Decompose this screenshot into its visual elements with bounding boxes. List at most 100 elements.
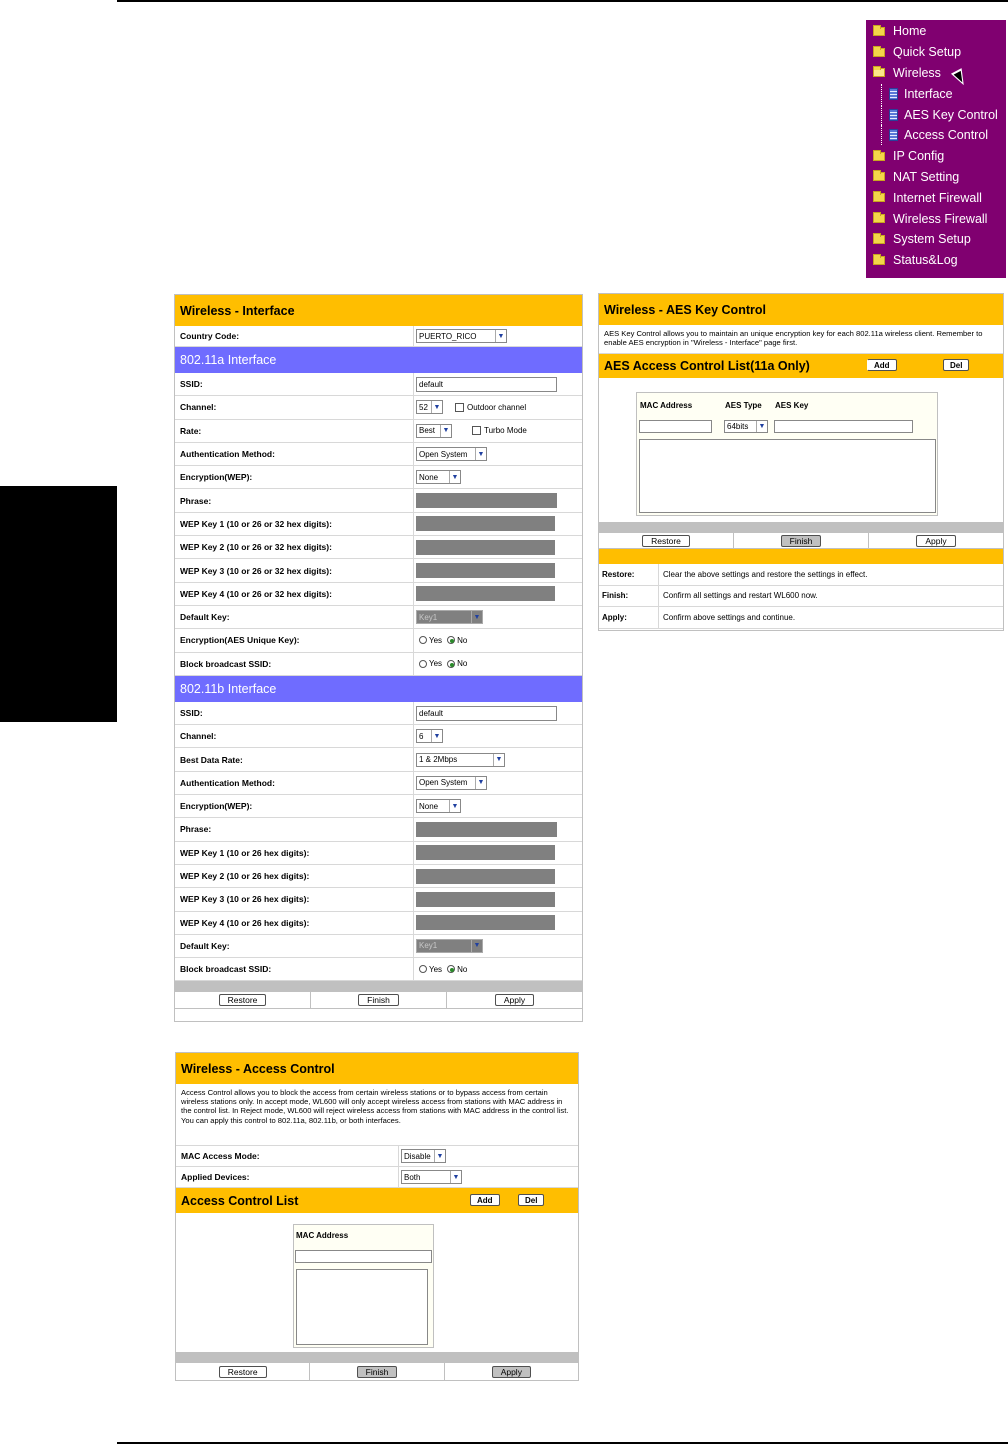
access-del-button[interactable]: Del [518,1194,545,1206]
chapter-side-tab [0,486,117,722]
mac-access-mode-select[interactable]: Disable ▼ [401,1149,446,1163]
a-ssid-input[interactable]: default [416,376,557,392]
nav-item-status-log[interactable]: Status&Log [866,250,1006,271]
document-icon [889,108,898,121]
a-wep-key4-input[interactable] [416,586,555,602]
aes-add-button[interactable]: Add [867,359,897,371]
nav-item-nat-setting[interactable]: NAT Setting [866,167,1006,188]
a-encryption-label: Encryption(WEP): [180,472,253,483]
b-rate-label: Best Data Rate: [180,754,243,765]
button-separator-bar [175,981,582,993]
b-wep-key4-label: WEP Key 4 (10 or 26 hex digits): [180,917,310,928]
a-channel-select[interactable]: 52 ▼ [416,400,443,415]
chevron-down-icon: ▼ [449,800,460,813]
button-row: Restore Finish Apply [175,992,582,1010]
b-wep-key2-input[interactable] [416,868,555,884]
a-encryption-select[interactable]: None ▼ [416,470,461,485]
b-block-yes-radio[interactable] [419,965,427,974]
finish-button[interactable]: Finish [780,534,822,547]
help-term: Finish: [599,585,659,606]
nav-item-quick-setup[interactable]: Quick Setup [866,42,1006,63]
b-wep-key3-input[interactable] [416,891,555,907]
b-block-no-radio[interactable] [447,965,456,974]
b-wep-key1-label: WEP Key 1 (10 or 26 hex digits): [180,847,310,858]
a-block-yes-radio[interactable] [419,659,427,668]
nav-item-ip-config[interactable]: IP Config [866,146,1006,167]
turbo-mode-checkbox[interactable] [472,426,481,436]
restore-button[interactable]: Restore [218,1365,267,1378]
a-aes-no-radio[interactable] [447,636,456,645]
panel-title: Wireless - Interface [175,295,582,326]
a-wep-key2-input[interactable] [416,539,555,555]
access-list-box: MAC Address [293,1224,434,1348]
access-description: Access Control allows you to block the a… [176,1084,578,1146]
chevron-down-icon: ▼ [493,753,504,766]
b-phrase-input[interactable] [416,821,557,837]
nav-item-interface[interactable]: Interface [866,83,1006,104]
b-default-key-select[interactable]: Key1 ▼ [416,938,483,953]
mac-access-mode-label: MAC Access Mode: [181,1151,260,1161]
tree-line-icon [881,83,887,104]
nav-item-aes-key-control[interactable]: AES Key Control [866,104,1006,125]
aes-key-input[interactable] [774,420,913,433]
applied-devices-select[interactable]: Both ▼ [401,1170,462,1184]
apply-button[interactable]: Apply [916,534,956,547]
finish-button[interactable]: Finish [358,994,399,1007]
aes-list-header: AES Access Control List(11a Only) Add De… [599,354,1003,378]
section-80211b-header: 802.11b Interface [175,675,582,702]
folder-icon [873,191,885,203]
aes-entries-listbox[interactable] [639,439,936,513]
apply-button[interactable]: Apply [494,994,535,1007]
nav-item-system-setup[interactable]: System Setup [866,229,1006,250]
a-rate-select[interactable]: Best ▼ [416,423,452,438]
b-auth-select[interactable]: Open System ▼ [416,775,487,790]
b-ssid-input[interactable]: default [416,705,557,721]
b-wep-key2-label: WEP Key 2 (10 or 26 hex digits): [180,871,310,882]
a-phrase-input[interactable] [416,493,557,509]
aes-del-button[interactable]: Del [943,359,970,371]
nav-item-access-control[interactable]: Access Control [866,125,1006,146]
nav-item-label: IP Config [893,149,945,164]
yes-label: Yes [429,635,443,645]
chevron-down-icon: ▼ [495,330,506,342]
b-wep-key4-input[interactable] [416,915,555,931]
help-header-bar [599,549,1003,564]
a-block-no-radio[interactable] [447,659,456,668]
aes-type-select[interactable]: 64bits ▼ [724,420,768,433]
nav-item-wireless-firewall[interactable]: Wireless Firewall [866,208,1006,229]
nav-item-wireless[interactable]: Wireless [866,63,1006,84]
restore-button[interactable]: Restore [642,534,690,547]
outdoor-channel-label: Outdoor channel [467,402,527,412]
help-term: Restore: [599,564,659,585]
access-add-button[interactable]: Add [470,1194,500,1206]
nav-item-label: Home [893,24,927,39]
access-entries-listbox[interactable] [296,1269,428,1345]
b-encryption-select[interactable]: None ▼ [416,799,461,814]
folder-icon [873,170,885,182]
a-rate-value: Best [419,426,436,436]
wireless-interface-panel: Wireless - Interface Country Code: PUERT… [174,294,583,1022]
no-label: No [457,964,468,974]
chevron-down-icon: ▼ [475,776,486,789]
a-default-key-select[interactable]: Key1 ▼ [416,610,483,625]
nav-item-internet-firewall[interactable]: Internet Firewall [866,187,1006,208]
outdoor-channel-checkbox[interactable] [455,402,464,412]
b-wep-key1-input[interactable] [416,845,555,861]
finish-button[interactable]: Finish [356,1365,398,1378]
aes-mac-input[interactable] [639,420,712,433]
access-mac-input[interactable] [295,1250,432,1263]
nav-item-home[interactable]: Home [866,21,1006,42]
a-aes-yes-radio[interactable] [419,636,427,645]
a-wep-key3-input[interactable] [416,563,555,579]
a-auth-select[interactable]: Open System ▼ [416,447,487,462]
nav-item-label: NAT Setting [893,169,960,184]
apply-button[interactable]: Apply [491,1365,531,1378]
document-icon [889,129,898,142]
b-rate-select[interactable]: 1 & 2Mbps ▼ [416,752,505,767]
restore-button[interactable]: Restore [218,994,267,1007]
a-wep-key1-input[interactable] [416,516,555,532]
button-row: Restore Finish Apply [176,1363,578,1380]
b-channel-select[interactable]: 6 ▼ [416,729,443,744]
tree-line-icon [881,125,887,146]
country-code-select[interactable]: PUERTO_RICO ▼ [416,329,507,343]
